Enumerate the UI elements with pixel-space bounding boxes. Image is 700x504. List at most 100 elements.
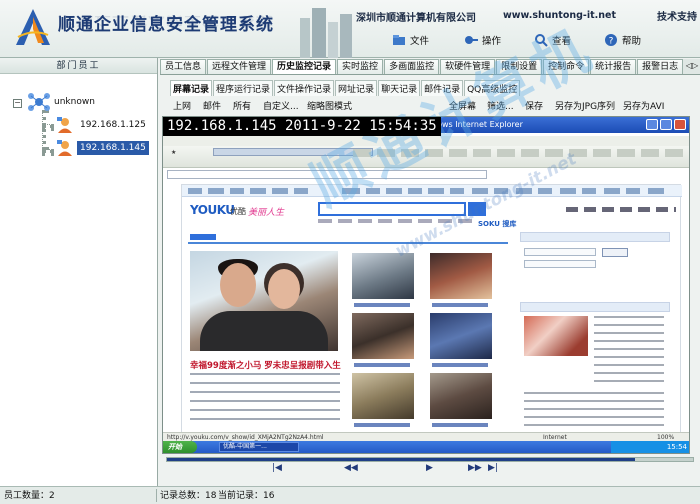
youku-page: YOUKU 优酷 美丽人生 SOKU 搜库 幸福99度渐之小马 罗未忠呈报剧带入… xyxy=(181,184,682,434)
filter-mail-button[interactable]: 邮件 xyxy=(203,99,221,112)
app-header: 顺通企业信息安全管理系统 顺通企业信息安全管理系统 深圳市顺通计算机有限公司 w… xyxy=(0,0,700,58)
system-tray-clock: 15:54 xyxy=(611,441,689,453)
ad-photo xyxy=(524,316,588,356)
tree-connector xyxy=(42,124,54,128)
tab-remote-files[interactable]: 远程文件管理 xyxy=(207,59,272,74)
folder-icon xyxy=(393,35,405,45)
employee-count: 员工数量：2 xyxy=(4,491,55,501)
next-record-button[interactable]: ▶▶ xyxy=(468,463,482,473)
video-caption xyxy=(354,363,410,367)
tree-root-node[interactable]: unknown xyxy=(27,92,95,112)
ie-window-buttons xyxy=(646,119,686,130)
support-link[interactable]: 技术支持 xyxy=(657,8,697,23)
video-caption xyxy=(432,423,488,427)
close-icon xyxy=(674,119,686,130)
subtab-screen-records[interactable]: 屏幕记录 xyxy=(170,80,213,96)
taskbar-item: 优酷-中国第一... xyxy=(219,442,299,452)
menu-help-label: 帮助 xyxy=(622,36,642,47)
previous-record-button[interactable]: ◀◀ xyxy=(344,463,358,473)
login-panel-header xyxy=(520,232,670,242)
login-button xyxy=(602,248,628,257)
play-button[interactable]: ▶ xyxy=(426,463,433,473)
tab-scroll-icon[interactable]: ◁▷ xyxy=(684,59,700,74)
main-tabs: 员工信息 远程文件管理 历史监控记录 实时监控 多画面监控 软硬件管理 限制设置… xyxy=(160,59,700,75)
record-navigation: |◀ ◀◀ ▶ ▶▶ ▶| xyxy=(262,463,502,475)
playback-scrubber[interactable] xyxy=(166,457,694,462)
news-list xyxy=(190,373,340,421)
total-records: 记录总数：18 xyxy=(160,491,217,501)
subtab-url-records[interactable]: 网址记录 xyxy=(335,80,378,96)
tree-root-label: unknown xyxy=(54,97,95,107)
tree-connector xyxy=(42,110,46,150)
login-password-field xyxy=(524,260,596,268)
current-record: 当前记录：16 xyxy=(218,491,275,501)
filter-all-button[interactable]: 所有 xyxy=(233,99,251,112)
company-name: 深圳市顺通计算机有限公司 xyxy=(356,13,476,24)
today-header xyxy=(188,232,508,244)
save-avi-button[interactable]: 另存为AVI xyxy=(623,99,664,112)
featured-photo xyxy=(190,251,338,351)
employee-node-145[interactable]: 192.168.1.145 xyxy=(56,139,149,157)
menu-help[interactable]: ? 帮助 xyxy=(604,33,641,47)
subtab-program-records[interactable]: 程序运行记录 xyxy=(213,80,274,96)
maximize-icon xyxy=(660,119,672,130)
employee-panel: 部门员工 − unknown 192.168.1.125 192.168.1.1… xyxy=(0,58,158,486)
login-panel xyxy=(520,232,670,432)
video-thumb xyxy=(430,253,492,299)
ad-header xyxy=(520,302,670,312)
app-title-reflection: 顺通企业信息安全管理系统 xyxy=(58,13,274,28)
status-bar: 员工数量：2 记录总数：18 当前记录：16 xyxy=(0,486,700,504)
employee-label: 192.168.1.125 xyxy=(80,120,146,130)
minimize-icon xyxy=(646,119,658,130)
employee-tree: − unknown 192.168.1.125 192.168.1.145 xyxy=(0,74,157,484)
subtab-file-records[interactable]: 文件操作记录 xyxy=(274,80,335,96)
video-thumb xyxy=(352,313,414,359)
filter-web-button[interactable]: 上网 xyxy=(173,99,191,112)
tab-realtime[interactable]: 实时监控 xyxy=(337,59,384,74)
tab-alarm-log[interactable]: 报警日志 xyxy=(637,59,684,74)
record-caption: 192.168.1.145 2011-9-22 15:54:35 xyxy=(163,117,441,136)
youku-logo-cn: 优酷 xyxy=(230,207,246,216)
windows-taskbar: 开始 优酷-中国第一... 15:54 xyxy=(163,441,689,453)
menu-file[interactable]: 文件 xyxy=(392,33,429,47)
ad-text xyxy=(594,316,664,386)
favorites-icon: ★ xyxy=(171,149,177,156)
ranking-list xyxy=(524,392,664,426)
filter-custom-button[interactable]: 自定义... xyxy=(263,99,299,112)
login-email-field xyxy=(524,248,596,256)
site-nav xyxy=(182,185,682,197)
site-login-links xyxy=(566,207,676,212)
tree-connector xyxy=(42,149,54,153)
user-icon xyxy=(57,117,72,133)
status-divider xyxy=(156,489,157,502)
tab-history[interactable]: 历史监控记录 xyxy=(272,59,337,74)
playback-progress-fill xyxy=(167,458,636,461)
video-caption xyxy=(432,363,488,367)
thumbnail-mode-button[interactable]: 缩略图模式 xyxy=(307,99,352,112)
start-button: 开始 xyxy=(163,441,197,453)
tab-multiscreen[interactable]: 多画面监控 xyxy=(384,59,440,74)
save-jpg-button[interactable]: 另存为JPG序列 xyxy=(555,99,615,112)
youku-logo: YOUKU xyxy=(190,203,235,217)
tab-employee-info[interactable]: 员工信息 xyxy=(160,59,207,74)
video-thumb xyxy=(352,373,414,419)
last-record-button[interactable]: ▶| xyxy=(488,463,498,473)
operation-icon xyxy=(465,36,478,44)
first-record-button[interactable]: |◀ xyxy=(272,463,282,473)
soku-logo: SOKU 搜库 xyxy=(478,220,517,228)
employee-node-125[interactable]: 192.168.1.125 xyxy=(56,116,149,134)
video-thumb xyxy=(430,373,492,419)
logo-icon xyxy=(16,9,50,45)
network-group-icon xyxy=(28,93,50,111)
video-caption xyxy=(354,423,410,427)
tree-collapse-button[interactable]: − xyxy=(13,99,22,108)
help-icon: ? xyxy=(605,34,617,47)
employee-label: 192.168.1.145 xyxy=(77,141,149,155)
ie-status-url: http://v.youku.com/v_show/id_XMjA2NTg2Nz… xyxy=(167,434,324,441)
featured-headline: 幸福99度渐之小马 罗未忠呈报剧带入生 xyxy=(190,361,341,371)
svg-text:?: ? xyxy=(609,37,614,47)
video-caption xyxy=(354,303,410,307)
site-slogan: 美丽人生 xyxy=(248,208,285,218)
menu-file-label: 文件 xyxy=(410,36,430,47)
video-thumb xyxy=(430,313,492,359)
